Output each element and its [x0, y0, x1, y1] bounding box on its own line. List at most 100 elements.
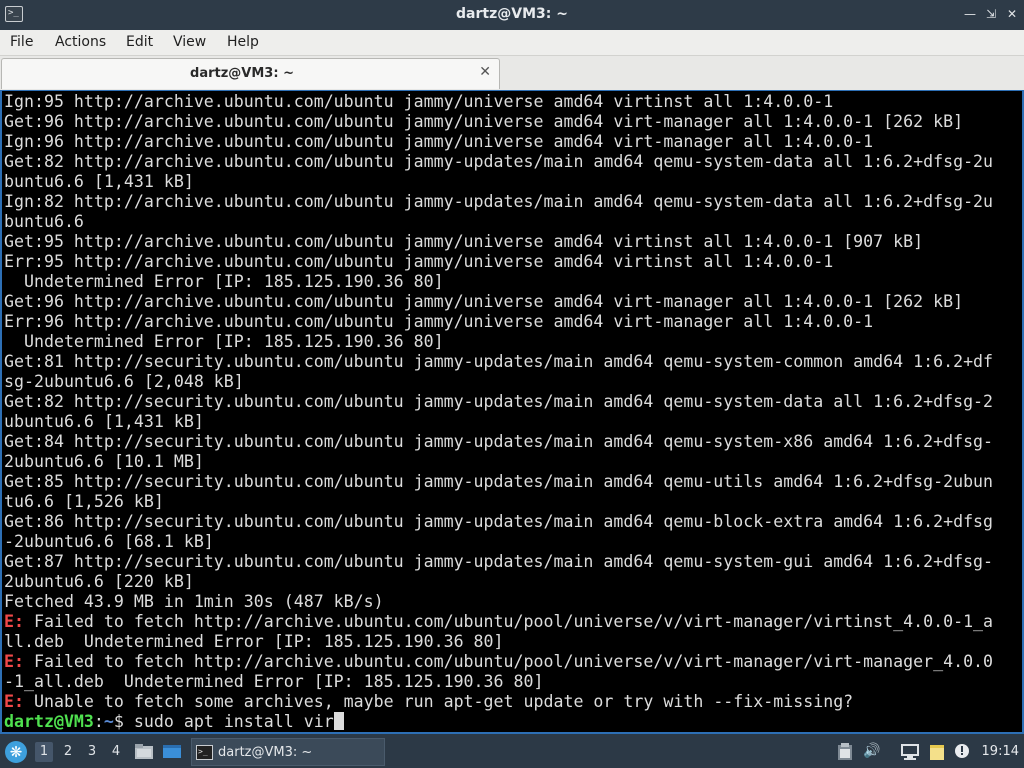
clipboard-icon[interactable] [836, 743, 854, 761]
error-prefix: E: [4, 652, 24, 671]
terminal-line: Get:82 http://security.ubuntu.com/ubuntu… [4, 392, 993, 412]
maximize-button[interactable]: ⇲ [984, 7, 998, 21]
terminal-line: Get:87 http://security.ubuntu.com/ubuntu… [4, 552, 993, 572]
prompt-symbol: $ [113, 712, 134, 731]
line-text: -1_all.deb Undetermined Error [IP: 185.1… [4, 672, 544, 691]
terminal-line: -1_all.deb Undetermined Error [IP: 185.1… [4, 672, 543, 692]
workspace-1[interactable]: 1 [35, 742, 53, 762]
menu-file[interactable]: File [10, 34, 33, 50]
show-desktop-icon[interactable] [162, 743, 182, 760]
line-text: Undetermined Error [IP: 185.125.190.36 8… [4, 332, 444, 351]
terminal-line: ll.deb Undetermined Error [IP: 185.125.1… [4, 632, 504, 652]
window-title: dartz@VM3: ~ [456, 6, 568, 22]
terminal-line: Ign:82 http://archive.ubuntu.com/ubuntu … [4, 192, 993, 212]
line-text: buntu6.6 [4, 212, 84, 231]
line-text: Err:96 http://archive.ubuntu.com/ubuntu … [4, 312, 874, 331]
terminal-line: Get:86 http://security.ubuntu.com/ubuntu… [4, 512, 993, 532]
line-text: tu6.6 [1,526 kB] [4, 492, 164, 511]
terminal-line: Err:95 http://archive.ubuntu.com/ubuntu … [4, 252, 833, 272]
line-text: Ign:82 http://archive.ubuntu.com/ubuntu … [4, 192, 994, 211]
terminal-line: Fetched 43.9 MB in 1min 30s (487 kB/s) [4, 592, 384, 612]
menu-bar: File Actions Edit View Help [0, 30, 1024, 56]
menu-help[interactable]: Help [227, 34, 259, 50]
updates-icon[interactable] [953, 743, 971, 761]
terminal-line: Undetermined Error [IP: 185.125.190.36 8… [4, 272, 444, 292]
error-prefix: E: [4, 692, 24, 711]
line-text: Get:81 http://security.ubuntu.com/ubuntu… [4, 352, 994, 371]
terminal-line: buntu6.6 [1,431 kB] [4, 172, 194, 192]
line-text: Failed to fetch http://archive.ubuntu.co… [23, 612, 994, 631]
line-text: Get:96 http://archive.ubuntu.com/ubuntu … [4, 112, 964, 131]
tab-close-icon[interactable]: ✕ [479, 64, 491, 80]
tab-bar: dartz@VM3: ~ ✕ [0, 56, 1024, 90]
line-text: Fetched 43.9 MB in 1min 30s (487 kB/s) [4, 592, 384, 611]
line-text: -2ubuntu6.6 [68.1 kB] [4, 532, 214, 551]
terminal-line: 2ubuntu6.6 [10.1 MB] [4, 452, 204, 472]
terminal-line: buntu6.6 [4, 212, 84, 232]
taskbar-panel: ❋ 1 2 3 4 >_ dartz@VM3: ~ 🔊 19:14 [0, 735, 1024, 768]
line-text: buntu6.6 [1,431 kB] [4, 172, 194, 191]
line-text: ll.deb Undetermined Error [IP: 185.125.1… [4, 632, 504, 651]
terminal-line: Get:82 http://archive.ubuntu.com/ubuntu … [4, 152, 993, 172]
tab-label: dartz@VM3: ~ [190, 66, 294, 81]
line-text: Unable to fetch some archives, maybe run… [23, 692, 854, 711]
minimize-button[interactable]: — [963, 7, 977, 21]
terminal-output[interactable]: Ign:95 http://archive.ubuntu.com/ubuntu … [0, 90, 1024, 734]
line-text: Undetermined Error [IP: 185.125.190.36 8… [4, 272, 444, 291]
volume-icon[interactable]: 🔊 [862, 743, 882, 761]
line-text: sg-2ubuntu6.6 [2,048 kB] [4, 372, 244, 391]
terminal-icon: >_ [196, 745, 213, 760]
line-text: 2ubuntu6.6 [10.1 MB] [4, 452, 204, 471]
terminal-line: E: Unable to fetch some archives, maybe … [4, 692, 853, 712]
prompt-separator: : [93, 712, 104, 731]
window-titlebar[interactable]: >_ dartz@VM3: ~ — ⇲ ✕ [0, 0, 1024, 30]
close-button[interactable]: ✕ [1005, 7, 1019, 21]
taskbar-item-label: dartz@VM3: ~ [218, 745, 313, 760]
terminal-line: Get:85 http://security.ubuntu.com/ubuntu… [4, 472, 993, 492]
line-text: Failed to fetch http://archive.ubuntu.co… [23, 652, 994, 671]
terminal-line: E: Failed to fetch http://archive.ubuntu… [4, 612, 993, 632]
terminal-line: tu6.6 [1,526 kB] [4, 492, 164, 512]
prompt-user: dartz@VM3 [4, 712, 94, 731]
terminal-line: -2ubuntu6.6 [68.1 kB] [4, 532, 214, 552]
command-prompt[interactable]: dartz@VM3:~$ sudo apt install vir [4, 712, 344, 732]
terminal-line: Get:96 http://archive.ubuntu.com/ubuntu … [4, 112, 963, 132]
terminal-line: Err:96 http://archive.ubuntu.com/ubuntu … [4, 312, 873, 332]
line-text: Get:82 http://archive.ubuntu.com/ubuntu … [4, 152, 994, 171]
start-menu-icon[interactable]: ❋ [5, 741, 27, 763]
terminal-line: Undetermined Error [IP: 185.125.190.36 8… [4, 332, 444, 352]
line-text: Get:84 http://security.ubuntu.com/ubuntu… [4, 432, 994, 451]
taskbar-item-terminal[interactable]: >_ dartz@VM3: ~ [191, 738, 385, 766]
file-manager-icon[interactable] [134, 743, 154, 760]
line-text: 2ubuntu6.6 [220 kB] [4, 572, 194, 591]
menu-edit[interactable]: Edit [126, 34, 153, 50]
terminal-line: E: Failed to fetch http://archive.ubuntu… [4, 652, 993, 672]
terminal-line: Get:96 http://archive.ubuntu.com/ubuntu … [4, 292, 963, 312]
line-text: Get:87 http://security.ubuntu.com/ubuntu… [4, 552, 994, 571]
terminal-line: Ign:95 http://archive.ubuntu.com/ubuntu … [4, 92, 833, 112]
line-text: Get:82 http://security.ubuntu.com/ubuntu… [4, 392, 994, 411]
terminal-line: Get:84 http://security.ubuntu.com/ubuntu… [4, 432, 993, 452]
workspace-2[interactable]: 2 [59, 742, 77, 762]
terminal-line: Get:81 http://security.ubuntu.com/ubuntu… [4, 352, 993, 372]
command-input[interactable]: sudo apt install vir [134, 712, 334, 731]
line-text: Ign:96 http://archive.ubuntu.com/ubuntu … [4, 132, 874, 151]
terminal-line: sg-2ubuntu6.6 [2,048 kB] [4, 372, 244, 392]
line-text: Ign:95 http://archive.ubuntu.com/ubuntu … [4, 92, 834, 111]
terminal-tab[interactable]: dartz@VM3: ~ ✕ [1, 58, 500, 89]
menu-view[interactable]: View [173, 34, 206, 50]
prompt-path: ~ [103, 712, 114, 731]
line-text: Get:86 http://security.ubuntu.com/ubuntu… [4, 512, 994, 531]
workspace-3[interactable]: 3 [83, 742, 101, 762]
line-text: ubuntu6.6 [1,431 kB] [4, 412, 204, 431]
line-text: Err:95 http://archive.ubuntu.com/ubuntu … [4, 252, 834, 271]
line-text: Get:95 http://archive.ubuntu.com/ubuntu … [4, 232, 924, 251]
terminal-line: Get:95 http://archive.ubuntu.com/ubuntu … [4, 232, 923, 252]
network-icon[interactable] [899, 743, 921, 761]
error-prefix: E: [4, 612, 24, 631]
text-cursor [333, 712, 344, 730]
terminal-line: 2ubuntu6.6 [220 kB] [4, 572, 194, 592]
workspace-4[interactable]: 4 [107, 742, 125, 762]
notes-icon[interactable] [927, 743, 949, 761]
menu-actions[interactable]: Actions [55, 34, 106, 50]
